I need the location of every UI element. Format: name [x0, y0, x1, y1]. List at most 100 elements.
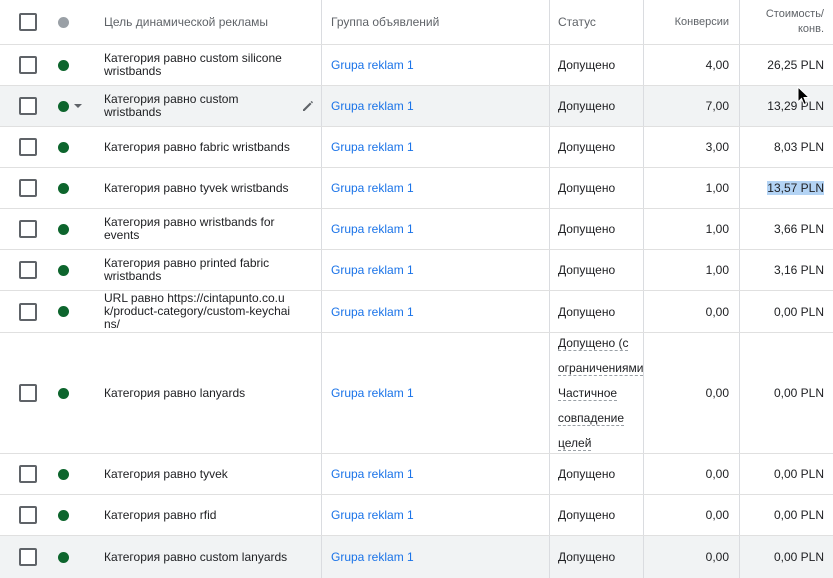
- mouse-cursor-icon: [797, 86, 811, 106]
- row-checkbox[interactable]: [19, 261, 37, 279]
- table-row[interactable]: Категория равно wristbands for events Gr…: [0, 209, 833, 250]
- cost-value-selected: 13,57 PLN: [767, 181, 824, 195]
- status-text: Допущено: [549, 209, 643, 249]
- cost-value: 3,66 PLN: [739, 209, 833, 249]
- row-checkbox[interactable]: [19, 384, 37, 402]
- conversions-value: 1,00: [643, 250, 739, 290]
- row-checkbox[interactable]: [19, 465, 37, 483]
- status-text: Допущено: [549, 86, 643, 126]
- ad-group-link[interactable]: Grupa reklam 1: [331, 263, 414, 277]
- enabled-status-icon[interactable]: [58, 468, 69, 480]
- status-text: Допущено: [549, 291, 643, 332]
- cost-value: 0,00 PLN: [739, 536, 833, 578]
- conversions-value: 0,00: [643, 536, 739, 578]
- target-text: Категория равно custom wristbands: [104, 92, 239, 119]
- enabled-status-icon[interactable]: [58, 264, 69, 276]
- column-header-conversions[interactable]: Конверсии: [643, 0, 739, 44]
- ad-group-link[interactable]: Grupa reklam 1: [331, 386, 414, 400]
- table-row[interactable]: URL равно https://cintapunto.co.uk/produ…: [0, 291, 833, 333]
- limited-status-text[interactable]: Допущено (с ограничениями Частичное совп…: [558, 333, 643, 453]
- conversions-value: 0,00: [643, 291, 739, 332]
- ad-group-link[interactable]: Grupa reklam 1: [331, 550, 414, 564]
- cost-value: 3,16 PLN: [739, 250, 833, 290]
- table-row[interactable]: Категория равно custom lanyards Grupa re…: [0, 536, 833, 578]
- column-header-group[interactable]: Группа объявлений: [321, 0, 549, 44]
- table-row[interactable]: Категория равно tyvek wristbands Grupa r…: [0, 168, 833, 209]
- enabled-status-icon[interactable]: [58, 223, 69, 235]
- cost-value: 0,00 PLN: [739, 495, 833, 535]
- ad-group-link[interactable]: Grupa reklam 1: [331, 58, 414, 72]
- row-checkbox[interactable]: [19, 56, 37, 74]
- row-checkbox[interactable]: [19, 506, 37, 524]
- enabled-status-icon[interactable]: [58, 551, 69, 563]
- status-header-icon: [58, 16, 69, 28]
- ad-group-link[interactable]: Grupa reklam 1: [331, 222, 414, 236]
- conversions-value: 3,00: [643, 127, 739, 167]
- row-checkbox[interactable]: [19, 97, 37, 115]
- status-text: Допущено: [549, 127, 643, 167]
- status-line: совпадение: [558, 410, 625, 426]
- enabled-status-icon[interactable]: [58, 306, 69, 317]
- row-checkbox[interactable]: [19, 302, 37, 321]
- conversions-value: 1,00: [643, 168, 739, 208]
- enabled-status-icon[interactable]: [58, 182, 69, 194]
- status-text: Допущено: [549, 250, 643, 290]
- cost-header-line1: Стоимость/: [765, 8, 824, 20]
- enabled-status-icon[interactable]: [58, 141, 69, 153]
- status-line: Допущено (с: [558, 335, 629, 351]
- status-text: Допущено: [549, 495, 643, 535]
- target-text: Категория равно rfid: [104, 507, 217, 522]
- column-header-status[interactable]: Статус: [549, 0, 643, 44]
- column-header-cost[interactable]: Стоимость/конв.: [739, 0, 833, 44]
- column-header-target[interactable]: Цель динамической рекламы: [96, 0, 321, 44]
- row-checkbox[interactable]: [19, 138, 37, 156]
- table-row[interactable]: Категория равно custom wristbands Grupa …: [0, 86, 833, 127]
- ad-group-link[interactable]: Grupa reklam 1: [331, 467, 414, 481]
- conversions-value: 1,00: [643, 209, 739, 249]
- ad-group-link[interactable]: Grupa reklam 1: [331, 508, 414, 522]
- table-header: Цель динамической рекламы Группа объявле…: [0, 0, 833, 45]
- target-text: Категория равно custom silicone wristban…: [104, 51, 282, 78]
- cost-value: 26,25 PLN: [739, 45, 833, 85]
- status-text: Допущено: [549, 454, 643, 494]
- conversions-value: 0,00: [643, 495, 739, 535]
- target-text: Категория равно lanyards: [104, 385, 246, 400]
- cost-value: 0,00 PLN: [739, 291, 833, 332]
- enabled-status-icon[interactable]: [58, 100, 69, 112]
- cost-value: 8,03 PLN: [739, 127, 833, 167]
- conversions-value: 0,00: [643, 454, 739, 494]
- select-all-checkbox[interactable]: [19, 13, 37, 31]
- status-text: Допущено: [549, 45, 643, 85]
- target-text: Категория равно tyvek wristbands: [104, 180, 289, 195]
- conversions-value: 0,00: [643, 333, 739, 453]
- target-text: Категория равно wristbands for events: [104, 215, 275, 242]
- enabled-status-icon[interactable]: [58, 59, 69, 71]
- target-text: Категория равно tyvek: [104, 466, 228, 481]
- select-all-cell[interactable]: [0, 0, 56, 44]
- pencil-icon[interactable]: [301, 99, 315, 113]
- conversions-value: 4,00: [643, 45, 739, 85]
- ad-group-link[interactable]: Grupa reklam 1: [331, 99, 414, 113]
- target-text: URL равно https://cintapunto.co.uk/produ…: [104, 291, 291, 331]
- cost-value: 0,00 PLN: [739, 454, 833, 494]
- enabled-status-icon[interactable]: [58, 509, 69, 521]
- ad-group-link[interactable]: Grupa reklam 1: [331, 181, 414, 195]
- row-checkbox[interactable]: [19, 220, 37, 238]
- table-row[interactable]: Категория равно tyvek Grupa reklam 1 Доп…: [0, 454, 833, 495]
- table-row[interactable]: Категория равно custom silicone wristban…: [0, 45, 833, 86]
- row-checkbox[interactable]: [19, 179, 37, 197]
- table-row[interactable]: Категория равно rfid Grupa reklam 1 Допу…: [0, 495, 833, 536]
- cost-value: 13,29 PLN: [739, 86, 833, 126]
- enabled-status-icon[interactable]: [58, 387, 69, 399]
- status-line: ограничениями: [558, 360, 643, 376]
- table-row[interactable]: Категория равно lanyards Grupa reklam 1 …: [0, 333, 833, 454]
- status-text: Допущено: [549, 536, 643, 578]
- target-text: Категория равно custom lanyards: [104, 549, 288, 564]
- ad-group-link[interactable]: Grupa reklam 1: [331, 140, 414, 154]
- cost-value: 0,00 PLN: [739, 333, 833, 453]
- ad-group-link[interactable]: Grupa reklam 1: [331, 305, 414, 319]
- table-row[interactable]: Категория равно printed fabric wristband…: [0, 250, 833, 291]
- status-dropdown-icon[interactable]: [74, 104, 82, 108]
- table-row[interactable]: Категория равно fabric wristbands Grupa …: [0, 127, 833, 168]
- row-checkbox[interactable]: [19, 548, 37, 566]
